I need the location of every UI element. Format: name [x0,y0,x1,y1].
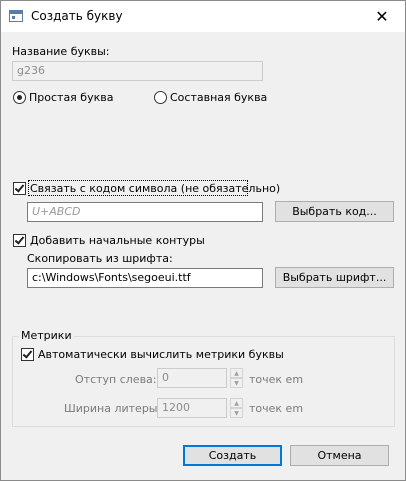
composite-letter-radio[interactable] [154,91,167,104]
radio-selected-dot [17,95,22,100]
cancel-button[interactable]: Отмена [290,445,389,466]
glyph-width-spinner[interactable]: ▲ ▼ [230,398,243,418]
add-contours-checkbox[interactable] [13,234,26,247]
simple-letter-label: Простая буква [29,91,114,104]
left-bearing-unit: точек em [249,373,304,386]
window-title: Создать букву [31,9,123,23]
checkmark-icon [22,348,33,359]
left-bearing-input[interactable]: 0 [157,368,227,388]
simple-letter-radio[interactable] [13,91,26,104]
link-code-checkbox[interactable] [13,182,26,195]
window-app-icon [9,10,23,22]
select-font-button[interactable]: Выбрать шрифт... [275,267,394,288]
font-path-input[interactable]: c:\Windows\Fonts\segoeui.ttf [27,268,263,288]
spin-down-icon[interactable]: ▼ [230,408,243,418]
spin-down-icon[interactable]: ▼ [230,378,243,388]
metrics-group-label: Метрики [19,329,74,342]
glyph-width-unit: точек em [249,402,304,415]
char-code-input[interactable]: U+ABCD [27,202,263,222]
spin-up-icon[interactable]: ▲ [230,368,243,378]
glyph-width-label: Ширина литеры: [64,402,162,415]
create-button[interactable]: Создать [183,445,282,466]
left-bearing-label: Отступ слева: [75,373,157,386]
copy-from-font-label: Скопировать из шрифта: [27,252,173,265]
spin-up-icon[interactable]: ▲ [230,398,243,408]
checkmark-icon [14,234,25,245]
title-bar: Создать букву ✕ [1,1,405,32]
left-bearing-spinner[interactable]: ▲ ▼ [230,368,243,388]
close-icon[interactable]: ✕ [359,1,405,32]
glyph-width-input[interactable]: 1200 [157,398,227,418]
add-contours-label: Добавить начальные контуры [30,234,205,247]
checkmark-icon [14,182,25,193]
letter-name-input[interactable]: g236 [12,61,263,81]
select-code-button[interactable]: Выбрать код... [275,201,394,222]
letter-name-label: Название буквы: [12,45,110,58]
dialog-window: Создать букву ✕ Название буквы: g236 Про… [0,0,406,481]
auto-metrics-checkbox[interactable] [21,348,34,361]
char-code-placeholder: U+ABCD [32,205,81,218]
link-code-label: Связать с кодом символа (не обязательно) [30,182,281,195]
composite-letter-label: Составная буква [170,91,268,104]
auto-metrics-label: Автоматически вычислить метрики буквы [38,348,284,361]
